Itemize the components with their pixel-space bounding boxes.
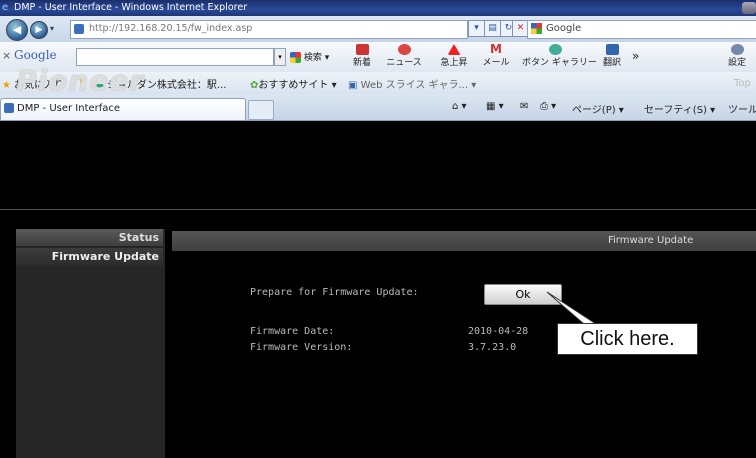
address-field[interactable]: http://192.168.20.15/fw_index.asp — [70, 20, 468, 39]
feeds-icon[interactable]: ▦ ▾ — [486, 101, 504, 112]
new-tab-button[interactable] — [248, 100, 274, 120]
back-button[interactable]: ◀ — [6, 19, 28, 41]
toolbar-translate-label: 翻訳 — [602, 58, 621, 68]
toolbar-settings-button[interactable]: 設定 — [726, 44, 748, 70]
window-title-bar: e DMP - User Interface - Windows Interne… — [0, 0, 756, 16]
diamond-icon: ◆ — [96, 80, 104, 91]
page-content — [0, 121, 756, 458]
compatibility-view-icon[interactable]: ▤ — [484, 20, 501, 37]
web-slice-icon: ▣ — [348, 80, 358, 91]
toolbar-gallery-button[interactable]: ボタン ギャラリー — [522, 44, 597, 70]
favorite-item-web-slice[interactable]: ▣ Web スライス ギャラ... ▾ — [348, 76, 476, 91]
ie-icon: e — [2, 2, 9, 13]
google-search-dropdown[interactable]: ▾ — [274, 48, 286, 66]
address-url: http://192.168.20.15/fw_index.asp — [89, 23, 253, 34]
favorite-item-web-slice-label: Web スライス ギャラ... ▾ — [360, 80, 477, 91]
read-mail-icon[interactable]: ✉ — [520, 101, 528, 112]
toolbar-new-label: 新着 — [352, 58, 371, 68]
toolbar-translate-button[interactable]: 翻訳 — [600, 44, 624, 70]
favorites-bar: ★ お気に入り ★ ◆ ジョルダン株式会社：駅... ✿おすすめサイト ▾ ▣ … — [0, 72, 756, 95]
google-logo: Google — [14, 48, 57, 62]
google-search-input[interactable] — [76, 48, 274, 66]
safety-menu[interactable]: セーフティ(S) ▾ — [644, 101, 715, 116]
google-icon — [531, 23, 542, 34]
toolbar-news-label: ニュース — [386, 58, 422, 68]
toolbar-trending-label: 急上昇 — [440, 58, 468, 68]
toolbar-settings-label: 設定 — [727, 58, 746, 68]
home-icon[interactable]: ⌂ ▾ — [452, 101, 467, 112]
page-menu[interactable]: ページ(P) ▾ — [572, 101, 624, 116]
minimize-button[interactable] — [742, 2, 756, 14]
favorite-item-jorudan[interactable]: ◆ ジョルダン株式会社：駅... — [96, 76, 226, 91]
toolbar-new-button[interactable]: 新着 — [350, 44, 374, 70]
recent-pages-dropdown-icon[interactable]: ▾ — [50, 24, 54, 33]
page-icon — [74, 24, 84, 34]
print-icon[interactable]: ⎙ ▾ — [540, 101, 556, 112]
address-dropdown-icon[interactable]: ▾ — [468, 20, 485, 37]
toolbar-trending-button[interactable]: 急上昇 — [434, 44, 474, 70]
forward-button[interactable]: ▶ — [30, 21, 48, 39]
tab-bar: DMP - User Interface ⌂ ▾ ▦ ▾ ✉ ⎙ ▾ ページ(P… — [0, 94, 756, 121]
google-toolbar: × Google ▾ 検索 ▾ 新着 ニュース 急上昇 M メール ボタン ギャラ… — [0, 42, 756, 73]
favorite-item-suggested-sites[interactable]: ✿おすすめサイト ▾ — [250, 76, 337, 91]
tab-dmp-user-interface[interactable]: DMP - User Interface — [0, 98, 246, 120]
search-button-label: 検索 — [303, 53, 322, 63]
star-icon: ★ — [2, 80, 11, 91]
window-title: DMP - User Interface - Windows Internet … — [14, 2, 248, 13]
search-provider-box[interactable]: Google — [527, 20, 756, 39]
toolbar-news-button[interactable]: ニュース — [376, 44, 432, 70]
close-toolbar-icon[interactable]: × — [2, 49, 11, 62]
add-to-favorites-bar-icon[interactable]: ★ — [78, 76, 87, 87]
toolbar-mail-button[interactable]: M メール — [478, 43, 514, 70]
address-bar-row: ◀ ▶ ▾ http://192.168.20.15/fw_index.asp … — [0, 16, 756, 43]
favorites-label: お気に入り — [14, 80, 65, 91]
tools-menu[interactable]: ツール — [728, 101, 756, 116]
favorites-button[interactable]: ★ お気に入り — [2, 76, 64, 91]
tab-page-icon — [4, 103, 14, 113]
favorite-item-suggested-sites-label: おすすめサイト ▾ — [258, 80, 337, 91]
tab-label: DMP - User Interface — [17, 103, 121, 114]
favorite-item-jorudan-label: ジョルダン株式会社：駅... — [106, 80, 227, 91]
search-provider-name: Google — [546, 23, 582, 34]
toolbar-gallery-label: ボタン ギャラリー — [522, 58, 597, 68]
toolbar-mail-label: メール — [482, 58, 510, 68]
